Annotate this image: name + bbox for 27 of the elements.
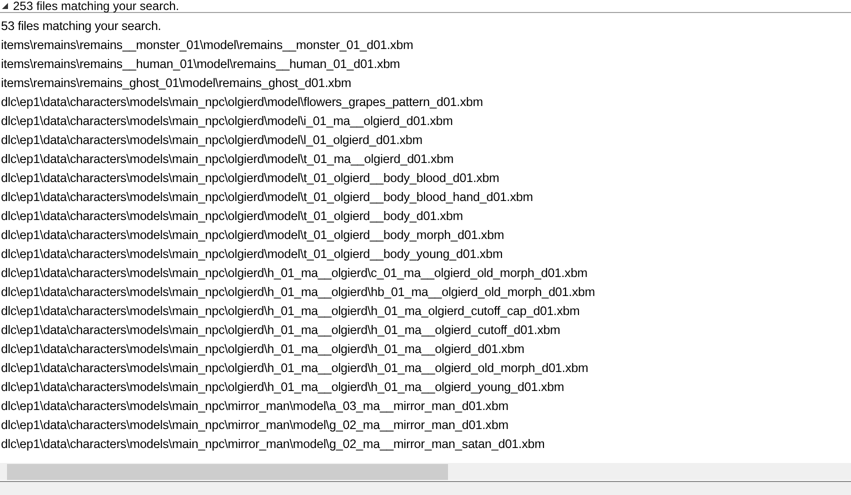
file-path-item[interactable]: dlc\ep1\data\characters\models\main_npc\olgierd\model\t_01_olgierd__body_young_d01.xbm <box>0 245 851 264</box>
file-path-item[interactable]: dlc\ep1\data\characters\models\main_npc\olgierd\model\t_01_olgierd__body_morph_d01.xbm <box>0 226 851 245</box>
file-path-item[interactable]: dlc\ep1\data\characters\models\main_npc\olgierd\model\flowers_grapes_pattern_d01.xbm <box>0 93 851 112</box>
file-path-item[interactable]: dlc\ep1\data\characters\models\main_npc\olgierd\h_01_ma__olgierd\h_01_ma__olgierd_young_d01.xbm <box>0 378 851 397</box>
file-path-item[interactable]: items\remains\remains_ghost_01\model\remains_ghost_d01.xbm <box>0 74 851 93</box>
results-summary: 53 files matching your search. <box>0 18 162 35</box>
file-path-item[interactable]: dlc\ep1\data\characters\models\main_npc\mirror_man\model\g_02_ma__mirror_man_satan_d01.xbm <box>0 435 851 454</box>
file-path-item[interactable]: dlc\ep1\data\characters\models\main_npc\olgierd\model\i_01_ma__olgierd_d01.xbm <box>0 112 851 131</box>
file-path-item[interactable]: dlc\ep1\data\characters\models\main_npc\mirror_man\model\g_02_ma__mirror_man_d01.xbm <box>0 416 851 435</box>
file-path-item[interactable]: dlc\ep1\data\characters\models\main_npc\olgierd\model\t_01_olgierd__body_blood_hand_d01.xbm <box>0 188 851 207</box>
file-path-item[interactable]: dlc\ep1\data\characters\models\main_npc\olgierd\model\t_01_olgierd__body_d01.xbm <box>0 207 851 226</box>
file-path-item[interactable]: dlc\ep1\data\characters\models\main_npc\olgierd\h_01_ma__olgierd\h_01_ma__olgierd_cutoff_d01.xbm <box>0 321 851 340</box>
file-path-item[interactable]: dlc\ep1\data\characters\models\main_npc\olgierd\model\t_01_olgierd__body_blood_d01.xbm <box>0 169 851 188</box>
file-path-item[interactable]: dlc\ep1\data\characters\models\main_npc\mirror_man\model\a_03_ma__mirror_man_d01.xbm <box>0 397 851 416</box>
file-path-item[interactable]: dlc\ep1\data\characters\models\main_npc\olgierd\h_01_ma__olgierd\c_01_ma__olgierd_old_morph_d01.xbm <box>0 264 851 283</box>
horizontal-scrollbar[interactable] <box>0 463 851 480</box>
file-path-item[interactable]: dlc\ep1\data\characters\models\main_npc\olgierd\model\t_01_ma__olgierd_d01.xbm <box>0 150 851 169</box>
group-header[interactable]: 253 files matching your search. <box>13 0 180 12</box>
file-path-item[interactable]: dlc\ep1\data\characters\models\main_npc\olgierd\h_01_ma__olgierd\hb_01_ma__olgierd_old_morph_d01.xbm <box>0 283 851 302</box>
file-path-item[interactable]: dlc\ep1\data\characters\models\main_npc\olgierd\h_01_ma__olgierd\h_01_ma__olgierd_old_morph_d01.xbm <box>0 359 851 378</box>
file-path-item[interactable]: items\remains\remains__human_01\model\remains__human_01_d01.xbm <box>0 55 851 74</box>
file-path-item[interactable]: dlc\ep1\data\characters\models\main_npc\olgierd\h_01_ma__olgierd\h_01_ma_olgierd_cutoff_cap_d01.xbm <box>0 302 851 321</box>
caret-icon[interactable] <box>1 2 9 10</box>
file-path-item[interactable]: dlc\ep1\data\characters\models\main_npc\olgierd\model\l_01_olgierd_d01.xbm <box>0 131 851 150</box>
file-path-item[interactable]: items\remains\remains__monster_01\model\remains__monster_01_d01.xbm <box>0 36 851 55</box>
scrollbar-thumb[interactable] <box>7 464 448 480</box>
file-path-item[interactable]: dlc\ep1\data\characters\models\main_npc\olgierd\h_01_ma__olgierd\h_01_ma__olgierd_d01.xbm <box>0 340 851 359</box>
